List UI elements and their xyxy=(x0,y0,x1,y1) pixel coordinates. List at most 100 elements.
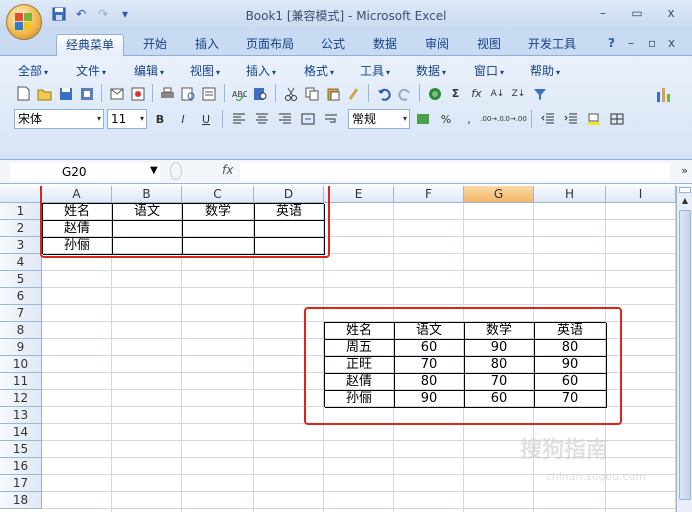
formula-input[interactable] xyxy=(240,163,670,181)
hyperlink-icon[interactable] xyxy=(425,84,444,103)
menu-edit[interactable]: 编辑 ▾ xyxy=(134,62,164,79)
autosum-icon[interactable]: Σ xyxy=(446,84,465,103)
merge-center-icon[interactable] xyxy=(298,109,318,129)
email-icon[interactable] xyxy=(107,84,126,103)
bold-button[interactable]: B xyxy=(150,109,170,129)
scroll-thumb[interactable] xyxy=(679,210,691,500)
row-header-13[interactable]: 13 xyxy=(0,407,42,424)
row-header-1[interactable]: 1 xyxy=(0,203,42,220)
split-handle[interactable] xyxy=(679,187,691,193)
format-painter-icon[interactable] xyxy=(344,84,363,103)
menu-data[interactable]: 数据 ▾ xyxy=(416,62,446,79)
tab-home[interactable]: 开始 xyxy=(134,34,176,56)
tab-review[interactable]: 审阅 xyxy=(416,34,458,56)
tab-data[interactable]: 数据 xyxy=(364,34,406,56)
office-button[interactable] xyxy=(6,4,42,40)
sort-descending-icon[interactable]: Z↓ xyxy=(509,84,528,103)
column-header-e[interactable]: E xyxy=(324,186,394,203)
open-icon[interactable] xyxy=(35,84,54,103)
name-box-dropdown-icon[interactable]: ▼ xyxy=(150,165,158,176)
currency-icon[interactable] xyxy=(413,109,433,129)
save-icon[interactable] xyxy=(56,84,75,103)
undo-icon[interactable] xyxy=(374,84,393,103)
menu-all[interactable]: 全部 ▾ xyxy=(18,62,48,79)
copy-icon[interactable] xyxy=(302,84,321,103)
row-header-3[interactable]: 3 xyxy=(0,237,42,254)
insert-function-icon[interactable]: fx xyxy=(222,163,233,177)
row-header-5[interactable]: 5 xyxy=(0,271,42,288)
align-center-icon[interactable] xyxy=(252,109,272,129)
menu-window[interactable]: 窗口 ▾ xyxy=(474,62,504,79)
ribbon-restore-button[interactable]: ▫ xyxy=(648,36,656,50)
row-header-6[interactable]: 6 xyxy=(0,288,42,305)
redo-icon[interactable] xyxy=(395,84,414,103)
print-preview-icon[interactable] xyxy=(179,84,198,103)
row-header-15[interactable]: 15 xyxy=(0,441,42,458)
menu-file[interactable]: 文件 ▾ xyxy=(76,62,106,79)
ribbon-close-button[interactable]: x xyxy=(668,36,675,50)
maximize-button[interactable]: ▭ xyxy=(624,4,650,22)
filter-icon[interactable] xyxy=(530,84,549,103)
print-area-icon[interactable] xyxy=(200,84,219,103)
decrease-decimal-button[interactable]: .0→.00 xyxy=(503,109,527,129)
comma-button[interactable]: , xyxy=(459,109,479,129)
menu-tools[interactable]: 工具 ▾ xyxy=(360,62,390,79)
pdf-icon[interactable] xyxy=(128,84,147,103)
fill-color-icon[interactable] xyxy=(584,109,604,129)
tab-developer[interactable]: 开发工具 xyxy=(520,34,584,56)
row-header-14[interactable]: 14 xyxy=(0,424,42,441)
tab-view[interactable]: 视图 xyxy=(468,34,510,56)
row-header-10[interactable]: 10 xyxy=(0,356,42,373)
vertical-scrollbar[interactable]: ▲ xyxy=(676,186,692,512)
expand-formula-icon[interactable]: » xyxy=(681,164,688,177)
row-header-7[interactable]: 7 xyxy=(0,305,42,322)
column-header-h[interactable]: H xyxy=(534,186,606,203)
row-header-2[interactable]: 2 xyxy=(0,220,42,237)
increase-decimal-button[interactable]: .00→.0 xyxy=(480,109,504,129)
print-icon[interactable] xyxy=(158,84,177,103)
close-button[interactable]: x xyxy=(658,4,684,22)
row-header-11[interactable]: 11 xyxy=(0,373,42,390)
align-left-icon[interactable] xyxy=(229,109,249,129)
tab-formulas[interactable]: 公式 xyxy=(312,34,354,56)
help-icon[interactable]: ? xyxy=(608,36,615,50)
decrease-indent-icon[interactable] xyxy=(538,109,558,129)
column-header-i[interactable]: I xyxy=(606,186,676,203)
column-header-g[interactable]: G xyxy=(464,186,534,203)
spelling-icon[interactable]: ABC xyxy=(230,84,249,103)
percent-button[interactable]: % xyxy=(436,109,456,129)
row-header-4[interactable]: 4 xyxy=(0,254,42,271)
chart-icon[interactable] xyxy=(654,84,674,104)
italic-button[interactable]: I xyxy=(173,109,193,129)
borders-icon[interactable] xyxy=(607,109,627,129)
menu-insert[interactable]: 插入 ▾ xyxy=(246,62,276,79)
row-header-9[interactable]: 9 xyxy=(0,339,42,356)
new-icon[interactable] xyxy=(14,84,33,103)
row-header-8[interactable]: 8 xyxy=(0,322,42,339)
name-box[interactable]: G20 xyxy=(10,163,160,181)
sort-ascending-icon[interactable]: A↓ xyxy=(488,84,507,103)
underline-button[interactable]: U xyxy=(196,109,216,129)
row-header-12[interactable]: 12 xyxy=(0,390,42,407)
font-size-combobox[interactable]: 11 ▾ xyxy=(107,109,147,129)
insert-function-icon[interactable]: fx xyxy=(467,84,486,103)
menu-format[interactable]: 格式 ▾ xyxy=(304,62,334,79)
font-name-combobox[interactable]: 宋体 ▾ xyxy=(14,109,104,129)
tab-classic-menu[interactable]: 经典菜单 xyxy=(56,34,124,56)
align-right-icon[interactable] xyxy=(275,109,295,129)
cut-icon[interactable] xyxy=(281,84,300,103)
permission-icon[interactable] xyxy=(77,84,96,103)
increase-indent-icon[interactable] xyxy=(561,109,581,129)
menu-help[interactable]: 帮助 ▾ xyxy=(530,62,560,79)
scroll-up-icon[interactable]: ▲ xyxy=(679,196,691,208)
minimize-button[interactable]: – xyxy=(590,4,616,22)
research-icon[interactable] xyxy=(251,84,270,103)
row-header-17[interactable]: 17 xyxy=(0,475,42,492)
ribbon-minimize-button[interactable]: – xyxy=(628,36,634,50)
column-header-f[interactable]: F xyxy=(394,186,464,203)
row-header-16[interactable]: 16 xyxy=(0,458,42,475)
tab-page-layout[interactable]: 页面布局 xyxy=(238,34,302,56)
row-header-18[interactable]: 18 xyxy=(0,492,42,509)
wrap-text-icon[interactable] xyxy=(321,109,341,129)
menu-view[interactable]: 视图 ▾ xyxy=(190,62,220,79)
